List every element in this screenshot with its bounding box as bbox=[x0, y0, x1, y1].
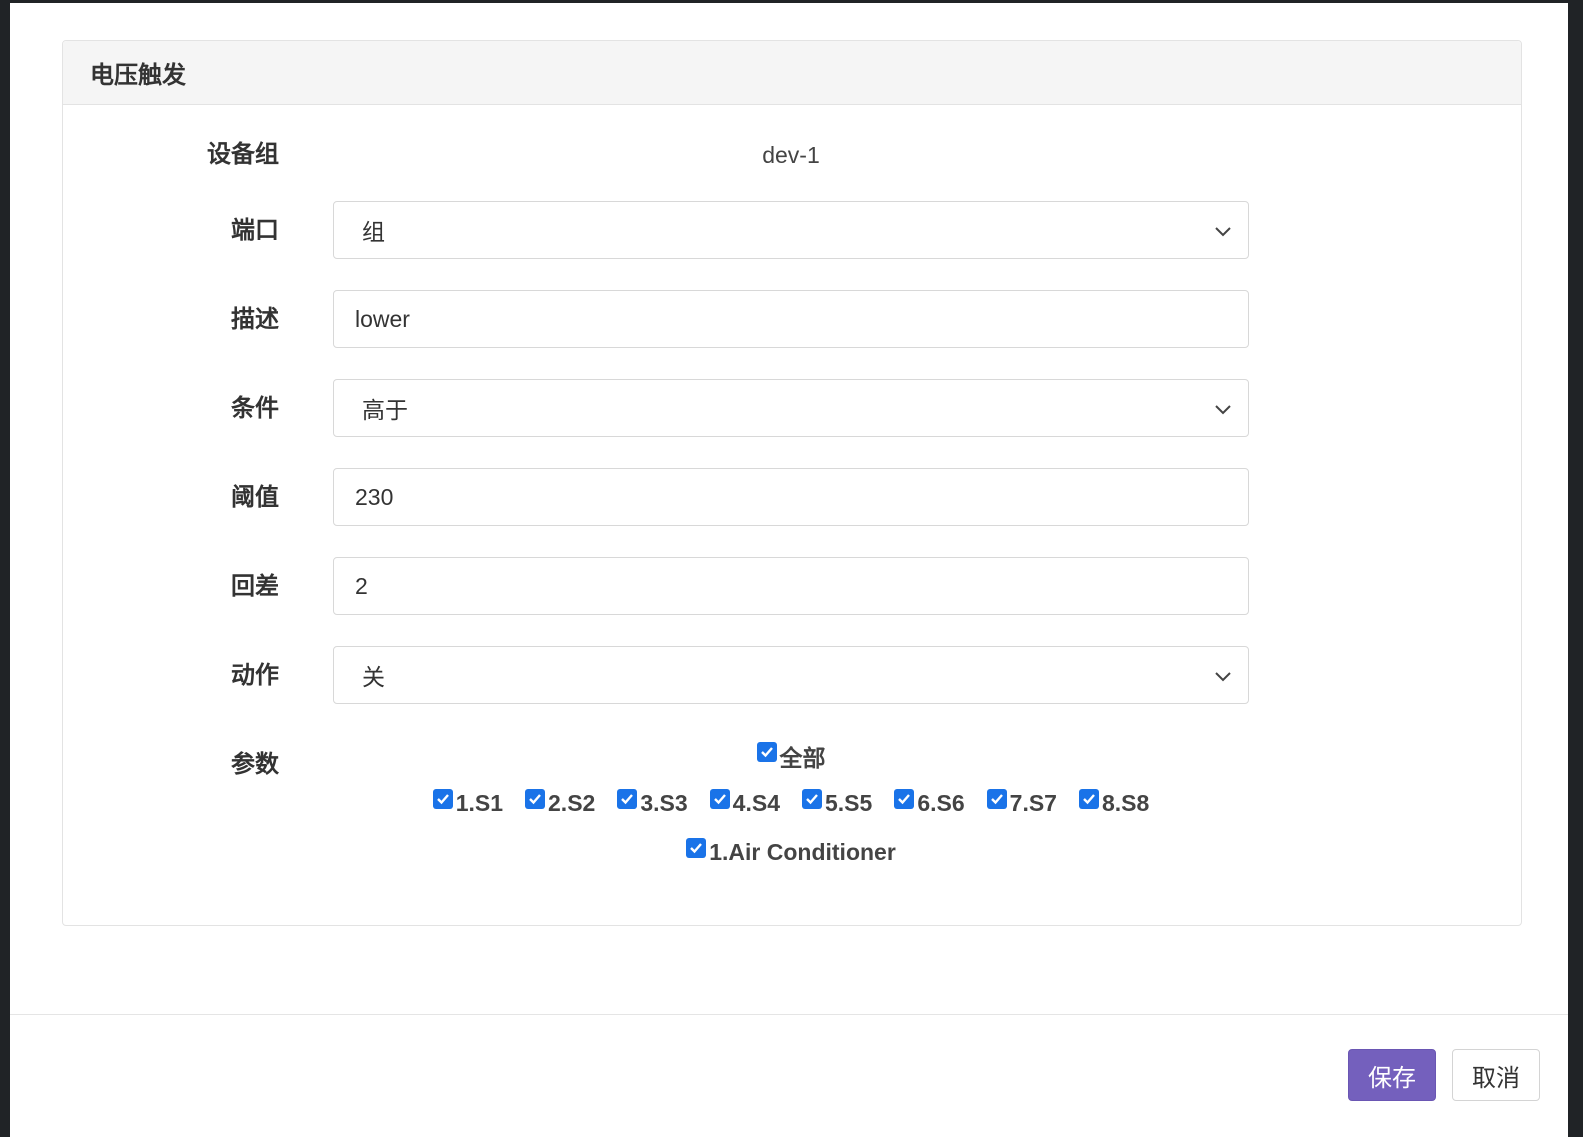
threshold-label: 阈值 bbox=[231, 484, 279, 511]
chevron-down-icon bbox=[1215, 227, 1231, 237]
card-title: 电压触发 bbox=[63, 41, 1521, 105]
chevron-down-icon bbox=[1215, 405, 1231, 415]
voltage-trigger-card: 电压触发 设备组 dev-1 端口 组 描述 条件 高于 bbox=[62, 40, 1522, 926]
checkbox-checked-icon[interactable] bbox=[617, 789, 638, 809]
checkbox-outlet-label: 1.S1 bbox=[455, 789, 504, 816]
checkbox-checked-icon[interactable] bbox=[802, 789, 822, 809]
checkbox-checked-icon[interactable] bbox=[756, 742, 777, 762]
hysteresis-input[interactable] bbox=[333, 557, 1249, 615]
checkbox-outlet-label: 4.S4 bbox=[732, 789, 780, 816]
action-select-value: 关 bbox=[362, 664, 385, 690]
condition-label: 条件 bbox=[231, 395, 279, 422]
threshold-row: 阈值 bbox=[63, 468, 1521, 528]
params-outlets-line: 1.S1 2.S2 3.S3 4.S4 5.S5 6.S6 7.S7 8.S8 bbox=[333, 786, 1249, 820]
checkbox-device-1[interactable]: 1.Air Conditioner bbox=[686, 838, 896, 866]
port-label: 端口 bbox=[231, 217, 279, 244]
footer-divider bbox=[10, 1014, 1568, 1015]
device-group-row: 设备组 dev-1 bbox=[63, 125, 1521, 185]
checkbox-checked-icon[interactable] bbox=[894, 789, 915, 809]
port-select[interactable]: 组 bbox=[333, 201, 1249, 259]
threshold-input[interactable] bbox=[333, 468, 1249, 526]
params-devices-line: 1.Air Conditioner bbox=[333, 835, 1249, 869]
description-label: 描述 bbox=[231, 306, 279, 333]
modal-dialog: 电压触发 设备组 dev-1 端口 组 描述 条件 高于 bbox=[10, 3, 1568, 1137]
save-button[interactable]: 保存 bbox=[1348, 1049, 1436, 1101]
checkbox-outlet-3[interactable]: 3.S3 bbox=[617, 789, 688, 817]
condition-select[interactable]: 高于 bbox=[333, 379, 1249, 437]
description-input[interactable] bbox=[333, 290, 1249, 348]
condition-row: 条件 高于 bbox=[63, 379, 1521, 439]
checkbox-checked-icon[interactable] bbox=[709, 789, 730, 809]
device-group-value: dev-1 bbox=[762, 142, 820, 168]
checkbox-outlet-label: 5.S5 bbox=[825, 789, 873, 816]
hysteresis-label: 回差 bbox=[231, 573, 279, 600]
checkbox-outlet-label: 6.S6 bbox=[917, 789, 965, 816]
port-select-value: 组 bbox=[362, 219, 385, 245]
device-group-label: 设备组 bbox=[207, 141, 279, 168]
hysteresis-row: 回差 bbox=[63, 557, 1521, 617]
checkbox-all-label: 全部 bbox=[779, 745, 826, 771]
checkbox-outlet-7[interactable]: 7.S7 bbox=[986, 789, 1057, 817]
cancel-button[interactable]: 取消 bbox=[1452, 1049, 1540, 1101]
description-row: 描述 bbox=[63, 290, 1521, 350]
checkbox-outlet-label: 3.S3 bbox=[640, 789, 688, 816]
checkbox-all[interactable]: 全部 bbox=[756, 739, 826, 773]
checkbox-outlet-label: 2.S2 bbox=[548, 789, 596, 816]
checkbox-outlet-label: 8.S8 bbox=[1101, 789, 1150, 816]
action-select[interactable]: 关 bbox=[333, 646, 1249, 704]
checkbox-checked-icon[interactable] bbox=[986, 789, 1007, 809]
checkbox-outlet-2[interactable]: 2.S2 bbox=[525, 789, 596, 817]
checkbox-device-label: 1.Air Conditioner bbox=[709, 838, 896, 865]
checkbox-outlet-1[interactable]: 1.S1 bbox=[432, 789, 504, 817]
params-all-line: 全部 bbox=[333, 739, 1249, 773]
port-row: 端口 组 bbox=[63, 201, 1521, 261]
checkbox-checked-icon[interactable] bbox=[432, 789, 453, 809]
checkbox-outlet-8[interactable]: 8.S8 bbox=[1078, 789, 1150, 817]
action-row: 动作 关 bbox=[63, 646, 1521, 706]
checkbox-checked-icon[interactable] bbox=[686, 838, 707, 858]
checkbox-checked-icon[interactable] bbox=[525, 789, 546, 809]
params-label: 参数 bbox=[231, 751, 279, 778]
checkbox-outlet-5[interactable]: 5.S5 bbox=[802, 789, 873, 817]
condition-select-value: 高于 bbox=[362, 397, 408, 423]
chevron-down-icon bbox=[1215, 672, 1231, 682]
checkbox-outlet-4[interactable]: 4.S4 bbox=[709, 789, 780, 817]
action-label: 动作 bbox=[231, 662, 279, 689]
checkbox-outlet-label: 7.S7 bbox=[1009, 789, 1057, 816]
checkbox-outlet-6[interactable]: 6.S6 bbox=[894, 789, 965, 817]
checkbox-checked-icon[interactable] bbox=[1078, 789, 1099, 809]
